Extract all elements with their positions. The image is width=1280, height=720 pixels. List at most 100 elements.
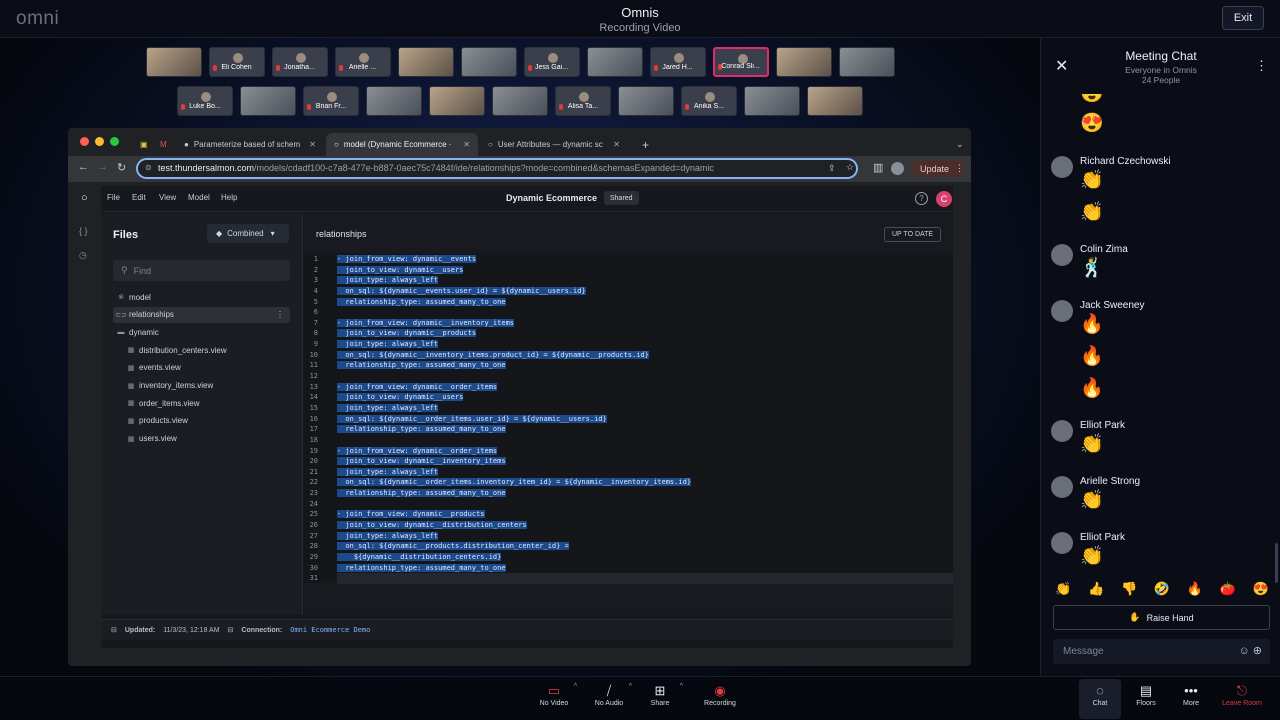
share-page-icon[interactable]: ⇪ bbox=[828, 163, 836, 174]
chat-menu-icon[interactable]: ⋮ bbox=[1255, 58, 1268, 74]
audio-toggle-button[interactable]: ⧸ No Audio ^ bbox=[581, 683, 637, 707]
code-editor[interactable]: 1 2 3 4 5 6 7 8 9 10 11 12 13 14 15 16 17 18 19 20 21 22 23 24 2… bbox=[304, 253, 953, 584]
code-line[interactable]: relationship_type: assumed_many_to_one bbox=[337, 424, 953, 435]
profile-avatar[interactable] bbox=[891, 162, 904, 175]
code-braces-icon[interactable]: { } bbox=[79, 226, 88, 236]
file-tree-item[interactable]: ▦ products.view bbox=[113, 413, 290, 429]
menu-help[interactable]: Help bbox=[221, 193, 237, 202]
bookmark-star-icon[interactable]: ☆ bbox=[846, 162, 854, 173]
file-tree-item[interactable]: ⊂⊃ relationships ⋮ bbox=[113, 306, 290, 323]
file-tree-item[interactable]: ▦ users.view bbox=[113, 431, 290, 447]
participant-tile[interactable] bbox=[586, 47, 643, 77]
code-line[interactable] bbox=[337, 499, 953, 510]
menu-edit[interactable]: Edit bbox=[132, 193, 146, 202]
code-line[interactable]: join_type: always_left bbox=[337, 531, 953, 542]
code-line[interactable]: - join_from_view: dynamic__events bbox=[337, 254, 953, 265]
file-tree-item[interactable]: ▦ order_items.view bbox=[113, 395, 290, 411]
participant-tile[interactable] bbox=[145, 47, 202, 77]
participant-tile[interactable]: Anika S... bbox=[681, 86, 737, 116]
omni-app-logo-icon[interactable]: ○ bbox=[81, 192, 88, 204]
mode-dropdown[interactable]: ◆ Combined ▾ bbox=[207, 224, 289, 243]
code-line[interactable]: on_sql: ${dynamic__order_items.user_id} … bbox=[337, 414, 953, 425]
code-line[interactable] bbox=[337, 435, 953, 446]
video-toggle-button[interactable]: ▭ No Video ^ bbox=[526, 683, 582, 707]
participant-tile[interactable] bbox=[460, 47, 517, 77]
code-line[interactable]: relationship_type: assumed_many_to_one bbox=[337, 563, 953, 574]
participant-tile[interactable] bbox=[744, 86, 800, 116]
recording-button[interactable]: ◉ Recording bbox=[692, 683, 748, 707]
participant-tile[interactable]: Jess Gai... bbox=[523, 47, 580, 77]
participant-tile[interactable]: Luke Bo... bbox=[177, 86, 233, 116]
tab-model[interactable]: ○ model (Dynamic Ecommerce · ✕ bbox=[326, 133, 478, 156]
code-line[interactable] bbox=[337, 371, 953, 382]
close-tab-icon[interactable]: ✕ bbox=[607, 140, 620, 149]
chat-button[interactable]: ◌ Chat bbox=[1079, 679, 1121, 719]
tab-github[interactable]: ● Parameterize based of schem ✕ bbox=[176, 133, 324, 156]
code-line[interactable]: on_sql: ${dynamic__products.distribution… bbox=[337, 541, 953, 552]
code-line[interactable]: on_sql: ${dynamic__events.user_id} = ${d… bbox=[337, 286, 953, 297]
more-button[interactable]: ••• More bbox=[1163, 683, 1219, 707]
code-line[interactable]: relationship_type: assumed_many_to_one bbox=[337, 297, 953, 308]
file-tree-item[interactable]: ▦ inventory_items.view bbox=[113, 378, 290, 394]
participant-tile[interactable]: Alisa Ta... bbox=[555, 86, 611, 116]
maximize-window-icon[interactable] bbox=[110, 137, 119, 146]
share-options-caret-icon[interactable]: ^ bbox=[680, 683, 683, 690]
close-window-icon[interactable] bbox=[80, 137, 89, 146]
reaction-emoji-button[interactable]: 👎 bbox=[1121, 581, 1137, 597]
participant-tile[interactable] bbox=[397, 47, 454, 77]
code-line[interactable]: relationship_type: assumed_many_to_one bbox=[337, 488, 953, 499]
participant-tile[interactable]: Brian Fr... bbox=[303, 86, 359, 116]
code-line[interactable]: relationship_type: assumed_many_to_one bbox=[337, 360, 953, 371]
menu-view[interactable]: View bbox=[159, 193, 176, 202]
exit-button[interactable]: Exit bbox=[1222, 6, 1264, 30]
code-line[interactable]: join_type: always_left bbox=[337, 339, 953, 350]
find-input[interactable]: ⚲ Find bbox=[113, 260, 290, 281]
history-icon[interactable]: ◷ bbox=[79, 250, 87, 261]
item-menu-icon[interactable]: ⋮ bbox=[276, 310, 284, 319]
gmail-tab-icon[interactable]: M bbox=[152, 133, 174, 156]
new-tab-button[interactable]: + bbox=[634, 133, 657, 156]
code-line[interactable]: join_to_view: dynamic__users bbox=[337, 392, 953, 403]
participant-tile[interactable]: Eli Cohen bbox=[208, 47, 265, 77]
address-bar[interactable]: ⊜ test.thundersalmon.com/models/cdadf100… bbox=[136, 158, 858, 179]
code-line[interactable]: - join_from_view: dynamic__order_items bbox=[337, 382, 953, 393]
message-input[interactable]: Message ☺ ⊕ bbox=[1053, 639, 1270, 664]
reaction-emoji-button[interactable]: 😍 bbox=[1253, 581, 1269, 597]
file-tree-item[interactable]: ⊗ model bbox=[113, 289, 290, 305]
sidebar-icon[interactable]: ▥ bbox=[873, 161, 883, 174]
forward-icon[interactable]: → bbox=[97, 161, 108, 173]
participant-tile[interactable] bbox=[838, 47, 895, 77]
code-line[interactable]: join_to_view: dynamic__inventory_items bbox=[337, 456, 953, 467]
file-tree-item[interactable]: ▬ dynamic bbox=[113, 324, 290, 340]
code-line[interactable]: - join_from_view: dynamic__order_items bbox=[337, 446, 953, 457]
participant-tile[interactable]: Jared H... bbox=[649, 47, 706, 77]
reaction-emoji-button[interactable]: 🤣 bbox=[1154, 581, 1170, 597]
file-tree-item[interactable]: ▦ events.view bbox=[113, 360, 290, 376]
leave-room-button[interactable]: ⎋ Leave Room bbox=[1214, 683, 1270, 707]
participant-tile[interactable] bbox=[618, 86, 674, 116]
tab-user-attributes[interactable]: ○ User Attributes — dynamic sc ✕ bbox=[480, 133, 628, 156]
back-icon[interactable]: ← bbox=[78, 161, 89, 173]
pinned-tab-icon[interactable]: ▣ bbox=[132, 133, 152, 156]
participant-tile[interactable] bbox=[775, 47, 832, 77]
code-line[interactable]: join_to_view: dynamic__distribution_cent… bbox=[337, 520, 953, 531]
code-line[interactable] bbox=[337, 307, 953, 318]
code-line[interactable]: - join_from_view: dynamic__products bbox=[337, 509, 953, 520]
code-line[interactable]: - join_from_view: dynamic__inventory_ite… bbox=[337, 318, 953, 329]
site-info-icon[interactable]: ⊜ bbox=[145, 163, 152, 172]
tab-list-chevron-icon[interactable]: ⌄ bbox=[948, 133, 971, 156]
video-options-caret-icon[interactable]: ^ bbox=[574, 683, 577, 690]
code-line[interactable]: ${dynamic__distribution_centers.id} bbox=[337, 552, 953, 563]
code-line[interactable]: join_type: always_left bbox=[337, 403, 953, 414]
close-tab-icon[interactable]: ✕ bbox=[303, 140, 316, 149]
code-line[interactable]: join_type: always_left bbox=[337, 467, 953, 478]
update-button[interactable]: Update ⋮ bbox=[911, 160, 965, 177]
participant-tile[interactable] bbox=[492, 86, 548, 116]
participant-tile[interactable]: Conrad Sli... bbox=[712, 47, 769, 77]
participant-tile[interactable]: Arielle ... bbox=[334, 47, 391, 77]
code-line[interactable]: on_sql: ${dynamic__order_items.inventory… bbox=[337, 477, 953, 488]
help-icon[interactable]: ? bbox=[915, 192, 928, 205]
close-tab-icon[interactable]: ✕ bbox=[457, 140, 470, 149]
code-line[interactable]: on_sql: ${dynamic__inventory_items.produ… bbox=[337, 350, 953, 361]
participant-tile[interactable] bbox=[240, 86, 296, 116]
